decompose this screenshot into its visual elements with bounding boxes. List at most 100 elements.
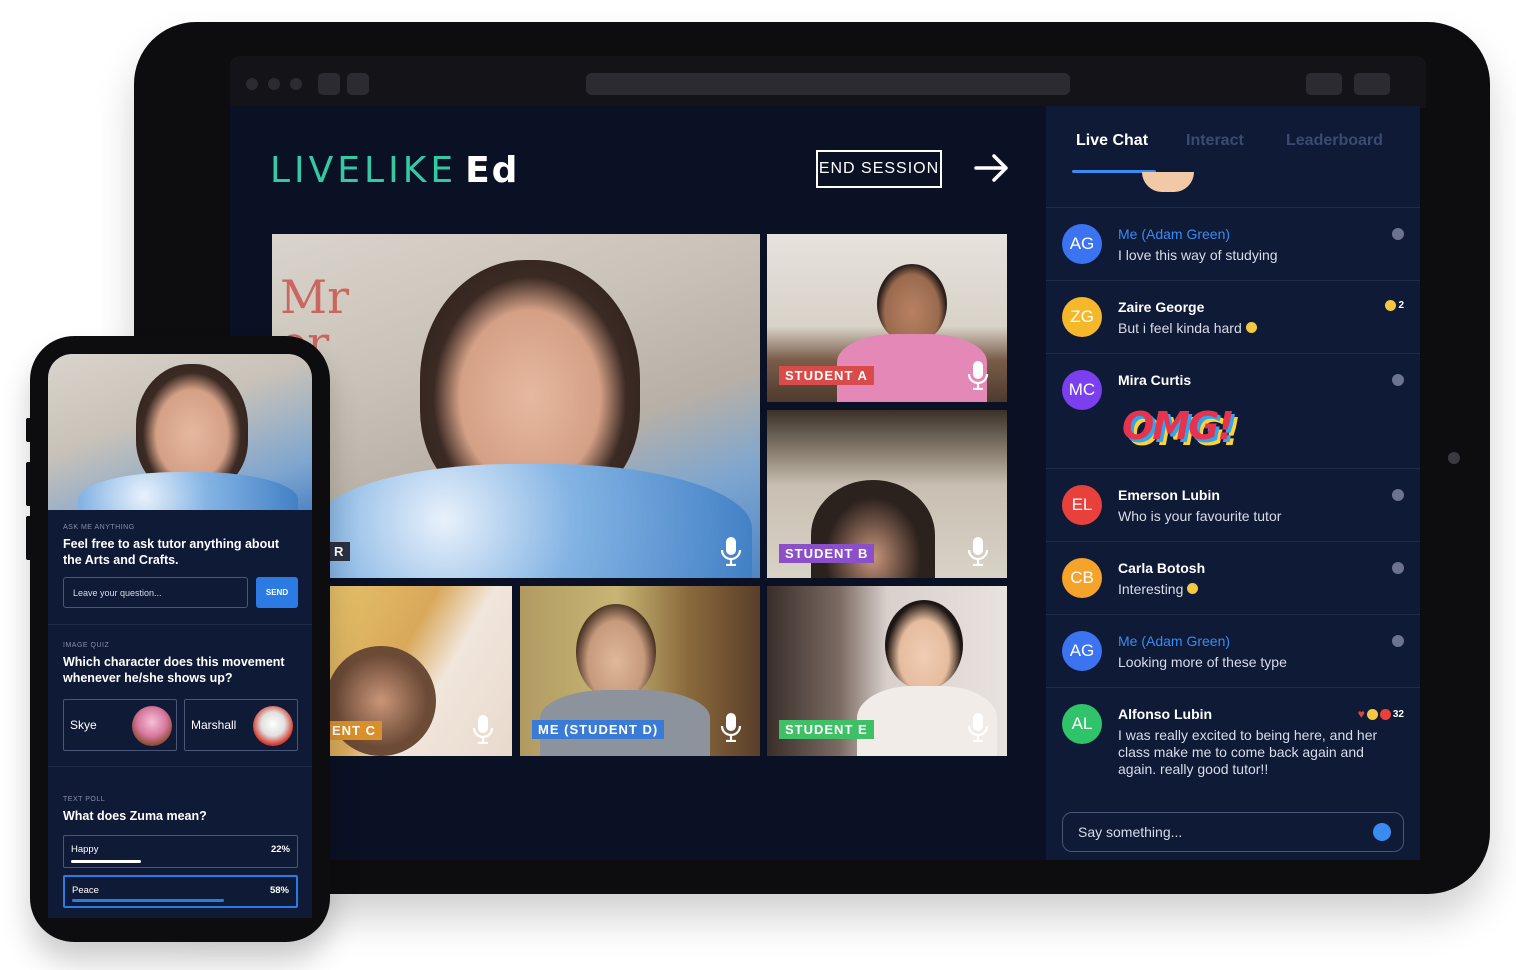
tab-live-chat[interactable]: Live Chat xyxy=(1076,132,1148,150)
add-reaction-icon[interactable] xyxy=(1392,228,1404,240)
logo-main: LIVELIKE xyxy=(270,150,458,191)
window-dot xyxy=(246,78,258,90)
arrow-right-icon[interactable] xyxy=(974,152,1010,184)
student-e-figure xyxy=(885,600,963,690)
tutor-shirt xyxy=(312,464,752,578)
microphone-icon[interactable] xyxy=(472,714,494,744)
thinking-emoji-icon xyxy=(1187,583,1199,594)
window-dot xyxy=(290,78,302,90)
message-author[interactable]: Me (Adam Green) xyxy=(1118,226,1230,242)
poll-option-percent: 58% xyxy=(269,885,289,896)
browser-action-button[interactable] xyxy=(1354,73,1390,95)
section-divider xyxy=(48,624,312,625)
avatar[interactable]: EL xyxy=(1062,485,1102,525)
student-d-figure xyxy=(576,604,656,700)
message-text: Who is your favourite tutor xyxy=(1118,508,1282,524)
video-tile-student-b[interactable]: STUDENT B xyxy=(767,410,1007,578)
url-bar[interactable] xyxy=(586,73,1070,95)
microphone-icon[interactable] xyxy=(967,536,989,566)
microphone-icon[interactable] xyxy=(720,712,742,742)
marshall-character-icon xyxy=(253,706,293,746)
poll-option-happy[interactable]: Happy 22% xyxy=(63,835,298,868)
avatar[interactable]: AG xyxy=(1062,631,1102,671)
chat-message-input[interactable]: Say something... xyxy=(1062,812,1404,852)
add-reaction-icon[interactable] xyxy=(1392,562,1404,574)
microphone-icon[interactable] xyxy=(967,360,989,390)
tile-label-student-e: STUDENT E xyxy=(779,720,874,739)
poll-option-peace[interactable]: Peace 58% xyxy=(63,875,298,908)
poll-option-percent: 22% xyxy=(270,844,290,855)
logo-ed: Ed xyxy=(465,150,520,191)
add-reaction-icon[interactable] xyxy=(1392,489,1404,501)
phone-side-button xyxy=(26,516,32,560)
livelike-logo: LIVELIKE Ed xyxy=(270,150,519,191)
add-reaction-icon[interactable] xyxy=(1392,635,1404,647)
browser-bar xyxy=(230,56,1426,108)
back-button[interactable] xyxy=(318,73,340,95)
avatar[interactable]: CB xyxy=(1062,558,1102,598)
omg-sticker: OMG! xyxy=(1122,404,1235,448)
message-text: I love this way of studying xyxy=(1118,247,1278,263)
end-session-button[interactable]: END SESSION xyxy=(816,150,942,188)
reaction-group[interactable]: ♥ 32 xyxy=(1358,707,1404,721)
ask-section-label: ASK ME ANYTHING xyxy=(63,524,135,531)
message-author[interactable]: Emerson Lubin xyxy=(1118,487,1220,503)
tab-leaderboard[interactable]: Leaderboard xyxy=(1286,132,1383,150)
chat-message: AG Me (Adam Green) Looking more of these… xyxy=(1046,615,1420,688)
window-dot xyxy=(268,78,280,90)
tile-label-tutor: R xyxy=(328,542,351,561)
chat-input-placeholder: Say something... xyxy=(1078,824,1183,840)
video-tile-student-c[interactable]: ENT C xyxy=(326,586,512,756)
session-screen: LIVELIKE Ed END SESSION Mrer R STUDENT A… xyxy=(230,106,1420,860)
message-text: I was really excited to being here, and … xyxy=(1118,727,1378,777)
message-author[interactable]: Zaire George xyxy=(1118,299,1204,315)
message-author[interactable]: Mira Curtis xyxy=(1118,372,1191,388)
avatar[interactable]: ZG xyxy=(1062,297,1102,337)
skye-character-icon xyxy=(132,706,172,746)
video-tile-student-a[interactable]: STUDENT A xyxy=(767,234,1007,402)
message-text: Looking more of these type xyxy=(1118,654,1287,670)
emoji-picker-icon[interactable] xyxy=(1373,823,1391,841)
message-author[interactable]: Carla Botosh xyxy=(1118,560,1205,576)
message-author[interactable]: Alfonso Lubin xyxy=(1118,706,1212,722)
phone-side-button xyxy=(26,418,32,442)
chat-panel: Live Chat Interact Leaderboard AG Me (Ad… xyxy=(1046,106,1420,860)
microphone-icon[interactable] xyxy=(720,536,742,566)
chat-message: EL Emerson Lubin Who is your favourite t… xyxy=(1046,469,1420,542)
avatar[interactable]: MC xyxy=(1062,370,1102,410)
quiz-option-skye[interactable]: Skye xyxy=(63,699,177,751)
add-reaction-icon[interactable] xyxy=(1392,374,1404,386)
tile-label-student-a: STUDENT A xyxy=(779,366,874,385)
chat-message: MC Mira Curtis OMG! xyxy=(1046,354,1420,469)
avatar[interactable]: AG xyxy=(1062,224,1102,264)
chat-message: AG Me (Adam Green) I love this way of st… xyxy=(1046,208,1420,281)
video-tile-tutor[interactable]: Mrer R xyxy=(272,234,760,578)
tile-label-student-c: ENT C xyxy=(326,721,382,740)
quiz-option-marshall[interactable]: Marshall xyxy=(184,699,298,751)
question-input[interactable]: Leave your question... xyxy=(63,577,248,608)
send-question-button[interactable]: SEND xyxy=(256,577,298,608)
phone-screen: ASK ME ANYTHING Feel free to ask tutor a… xyxy=(48,354,312,918)
phone-tutor-video[interactable] xyxy=(48,354,312,510)
video-tile-student-d[interactable]: ME (STUDENT D) xyxy=(520,586,760,756)
video-tile-student-e[interactable]: STUDENT E xyxy=(767,586,1007,756)
tab-interact[interactable]: Interact xyxy=(1186,132,1244,150)
question-input-placeholder: Leave your question... xyxy=(73,587,162,598)
poll-progress-bar xyxy=(72,899,225,902)
quiz-title: Which character does this movement whene… xyxy=(63,655,285,685)
message-author[interactable]: Me (Adam Green) xyxy=(1118,633,1230,649)
avatar[interactable]: AL xyxy=(1062,704,1102,744)
chat-message: AL Alfonso Lubin I was really excited to… xyxy=(1046,688,1420,796)
browser-action-button[interactable] xyxy=(1306,73,1342,95)
reaction-group[interactable]: 2 xyxy=(1385,300,1404,311)
tile-label-student-d: ME (STUDENT D) xyxy=(532,720,665,739)
poll-option-label: Peace xyxy=(72,885,99,896)
tired-emoji-icon xyxy=(1245,322,1257,333)
microphone-icon[interactable] xyxy=(967,712,989,742)
forward-button[interactable] xyxy=(347,73,369,95)
hand-sticker-icon xyxy=(1142,172,1194,192)
phone-side-button xyxy=(26,462,32,506)
sad-emoji-icon xyxy=(1385,300,1397,311)
reaction-count: 32 xyxy=(1392,708,1404,720)
quiz-section-label: IMAGE QUIZ xyxy=(63,642,110,649)
